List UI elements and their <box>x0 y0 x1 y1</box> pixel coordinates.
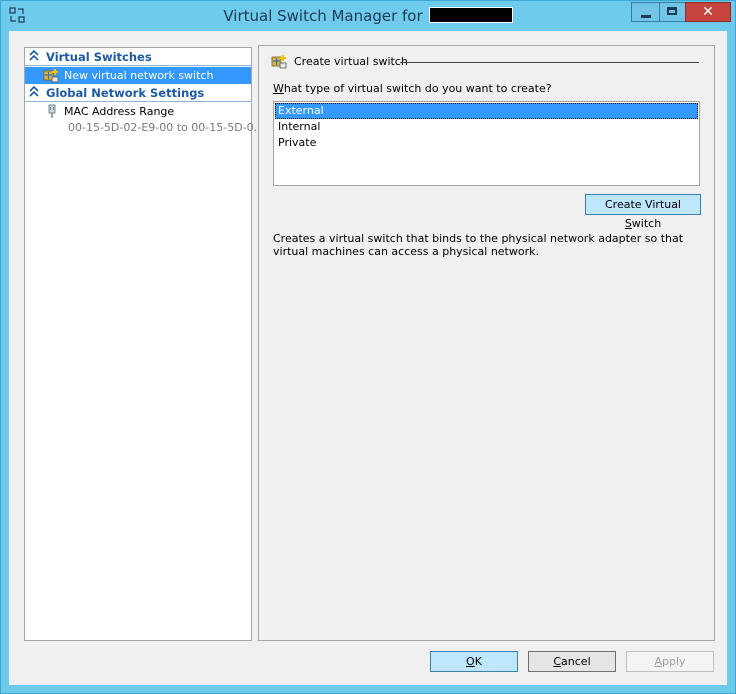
dialog-client-area: Virtual Switches New virtual network swi… <box>9 31 727 685</box>
button-label: K <box>474 655 482 668</box>
maximize-icon <box>667 7 677 15</box>
switch-type-description: Creates a virtual switch that binds to t… <box>273 232 684 258</box>
window: Virtual Switch Manager for ✕ Virtual Swi… <box>0 0 736 694</box>
virtual-switch-add-icon <box>43 69 59 83</box>
group-title: Create virtual switch <box>294 55 408 68</box>
minimize-icon <box>641 15 651 18</box>
tree-item-label: New virtual network switch <box>64 69 214 82</box>
button-label: ancel <box>561 655 591 668</box>
switch-type-listbox[interactable]: External Internal Private <box>273 101 700 186</box>
section-header-label: Global Network Settings <box>46 86 205 100</box>
cancel-button[interactable]: Cancel <box>528 651 616 672</box>
switch-type-option-private[interactable]: Private <box>275 135 698 151</box>
window-title-text: Virtual Switch Manager for <box>223 7 423 25</box>
window-title: Virtual Switch Manager for <box>1 7 735 25</box>
collapse-chevron-icon <box>29 50 39 61</box>
tree-item-label: MAC Address Range <box>64 105 175 118</box>
button-access-key: C <box>553 655 562 668</box>
switch-type-option-external[interactable]: External <box>275 103 698 119</box>
button-label-post: witch <box>631 217 662 230</box>
question-access-key: W <box>273 82 284 95</box>
virtual-switch-add-icon <box>271 55 287 69</box>
navigation-tree[interactable]: Virtual Switches New virtual network swi… <box>24 47 264 641</box>
ok-button[interactable]: OK <box>430 651 518 672</box>
mac-address-range-value: 00-15-5D-02-E9-00 to 00-15-5D-0... <box>68 121 265 134</box>
close-icon: ✕ <box>702 4 714 20</box>
redacted-server-name <box>428 7 513 23</box>
button-access-key: O <box>466 655 475 668</box>
details-pane: Create virtual switch What type of virtu… <box>258 45 715 641</box>
button-access-key: A <box>654 655 662 668</box>
button-label: pply <box>662 655 686 668</box>
button-access-key: S <box>624 217 632 230</box>
section-header-virtual-switches[interactable]: Virtual Switches <box>25 49 251 66</box>
button-label-pre: Create Virtual <box>605 198 681 211</box>
network-adapter-icon <box>48 104 56 118</box>
group-divider <box>400 62 699 63</box>
minimize-button[interactable] <box>631 2 659 22</box>
question-text: hat type of virtual switch do you want t… <box>283 82 552 95</box>
section-header-label: Virtual Switches <box>46 50 152 64</box>
tree-item-mac-address-range[interactable]: MAC Address Range <box>25 103 251 120</box>
apply-button[interactable]: Apply <box>626 651 714 672</box>
create-virtual-switch-button[interactable]: Create Virtual Switch <box>585 194 701 230</box>
switch-type-option-internal[interactable]: Internal <box>275 119 698 135</box>
title-bar[interactable]: Virtual Switch Manager for ✕ <box>1 1 735 31</box>
close-button[interactable]: ✕ <box>685 2 731 22</box>
collapse-chevron-icon <box>29 86 39 97</box>
section-header-global-network-settings[interactable]: Global Network Settings <box>25 85 251 102</box>
switch-type-question: What type of virtual switch do you want … <box>273 82 552 95</box>
tree-item-new-virtual-network-switch[interactable]: New virtual network switch <box>25 67 251 84</box>
maximize-button[interactable] <box>659 2 685 22</box>
